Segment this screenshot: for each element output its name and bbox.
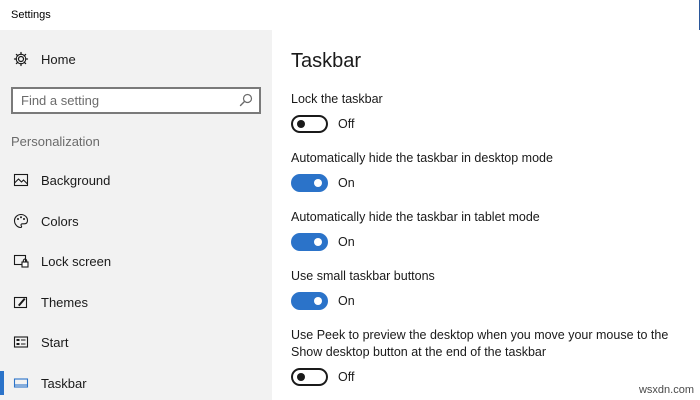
setting-peek: Use Peek to preview the desktop when you… xyxy=(291,327,671,389)
toggle-knob xyxy=(314,238,322,246)
sidebar-item-label: Background xyxy=(41,173,111,188)
setting-label: Use small taskbar buttons xyxy=(291,269,435,283)
setting-label: Automatically hide the taskbar in tablet… xyxy=(291,210,540,224)
setting-label: Lock the taskbar xyxy=(291,92,383,106)
setting-small-buttons: Use small taskbar buttons On xyxy=(291,268,691,313)
toggle-state-label: Off xyxy=(338,370,355,384)
brush-icon xyxy=(13,296,28,309)
lock-taskbar-toggle[interactable] xyxy=(291,115,328,133)
autohide-desktop-toggle[interactable] xyxy=(291,174,328,192)
peek-toggle[interactable] xyxy=(291,368,328,386)
toggle-knob xyxy=(314,179,322,187)
home-label: Home xyxy=(41,52,76,67)
title-bar: Settings xyxy=(0,0,700,30)
active-indicator xyxy=(0,371,4,395)
sidebar-item-label: Colors xyxy=(41,214,79,229)
watermark: wsxdn.com xyxy=(638,384,694,396)
sidebar-item-lock-screen[interactable]: Lock screen xyxy=(0,245,272,277)
window-title: Settings xyxy=(11,9,51,21)
toggle-knob xyxy=(297,373,305,381)
toggle-knob xyxy=(297,120,305,128)
sidebar: Home Personalization Background Colors L… xyxy=(0,30,272,400)
sidebar-item-start[interactable]: Start xyxy=(0,326,272,358)
setting-autohide-tablet: Automatically hide the taskbar in tablet… xyxy=(291,209,691,254)
sidebar-item-label: Lock screen xyxy=(41,254,112,269)
setting-lock-taskbar: Lock the taskbar Off xyxy=(291,91,691,136)
search-input[interactable] xyxy=(13,89,233,112)
setting-autohide-desktop: Automatically hide the taskbar in deskto… xyxy=(291,150,691,195)
section-header: Personalization xyxy=(11,134,100,149)
sidebar-item-colors[interactable]: Colors xyxy=(0,205,272,237)
toggle-state-label: On xyxy=(338,235,355,249)
lock-screen-icon xyxy=(13,254,29,268)
sidebar-item-label: Start xyxy=(41,335,69,350)
toggle-state-label: On xyxy=(338,294,355,308)
gear-icon xyxy=(13,51,29,67)
sidebar-item-label: Themes xyxy=(41,295,88,310)
sidebar-item-background[interactable]: Background xyxy=(0,164,272,196)
autohide-tablet-toggle[interactable] xyxy=(291,233,328,251)
taskbar-icon xyxy=(13,378,29,388)
sidebar-item-taskbar[interactable]: Taskbar xyxy=(0,367,272,399)
home-nav-item[interactable]: Home xyxy=(0,46,272,74)
setting-label: Automatically hide the taskbar in deskto… xyxy=(291,151,553,165)
setting-label: Use Peek to preview the desktop when you… xyxy=(291,328,669,359)
sidebar-item-label: Taskbar xyxy=(41,376,87,391)
palette-icon xyxy=(13,213,29,229)
page-title: Taskbar xyxy=(291,50,362,72)
picture-icon xyxy=(13,173,29,187)
toggle-knob xyxy=(314,297,322,305)
start-menu-icon xyxy=(13,336,29,348)
small-buttons-toggle[interactable] xyxy=(291,292,328,310)
main-content: Taskbar Lock the taskbar Off Automatical… xyxy=(272,30,700,400)
search-box[interactable] xyxy=(11,87,261,114)
toggle-state-label: On xyxy=(338,176,355,190)
search-icon[interactable] xyxy=(239,93,253,107)
toggle-state-label: Off xyxy=(338,117,355,131)
sidebar-item-themes[interactable]: Themes xyxy=(0,286,272,318)
